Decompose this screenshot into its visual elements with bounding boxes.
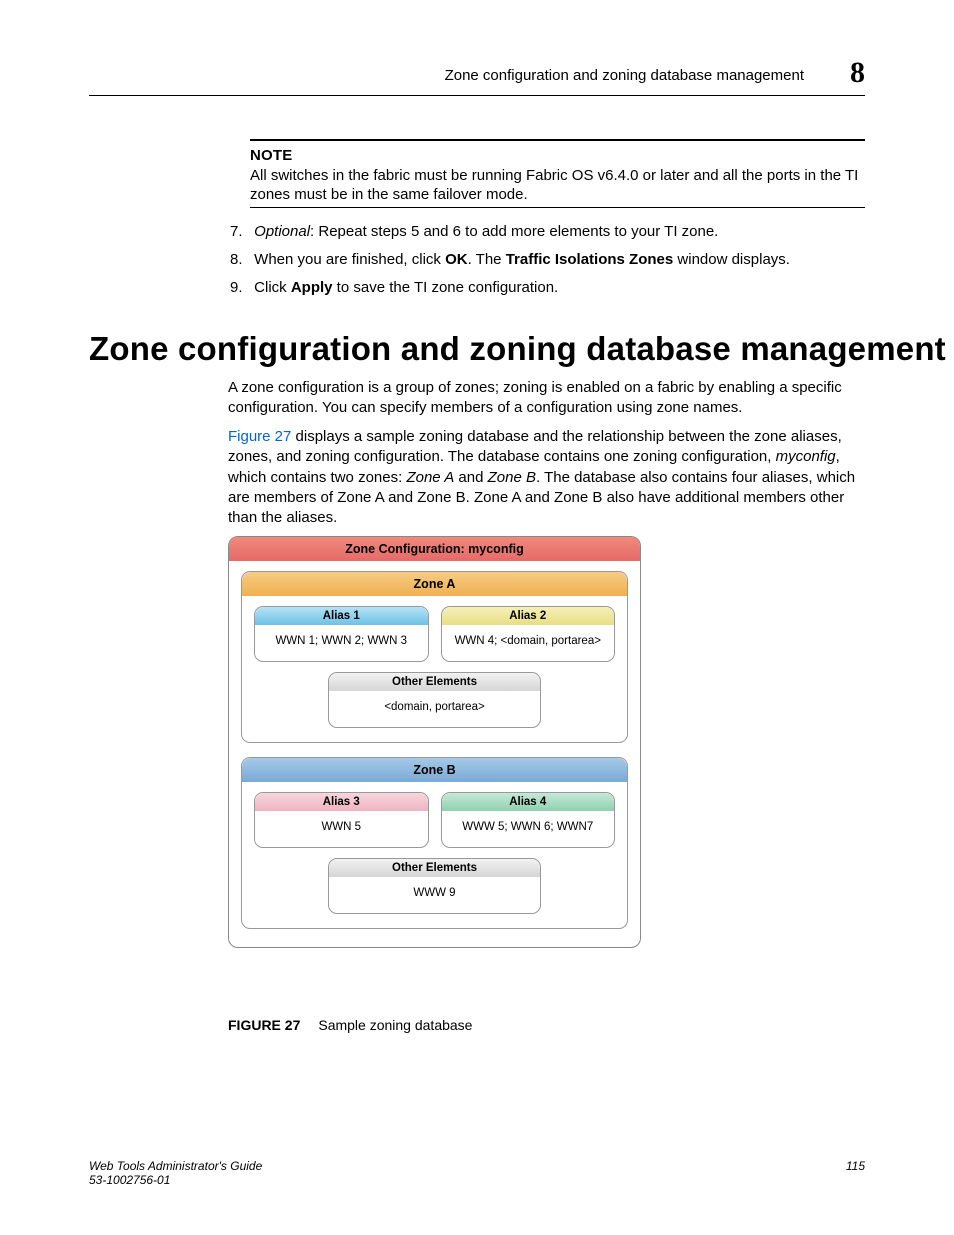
step-text: : Repeat steps 5 and 6 to add more eleme…	[310, 223, 718, 240]
paragraph: Figure 27 displays a sample zoning datab…	[228, 427, 865, 528]
zone-b-other-box: Other Elements WWW 9	[328, 858, 542, 914]
step-text: . The	[468, 251, 506, 268]
step-7: 7. Optional: Repeat steps 5 and 6 to add…	[230, 222, 865, 242]
zone-a-other-body: <domain, portarea>	[329, 691, 541, 727]
step-8: 8. When you are finished, click OK. The …	[230, 250, 865, 270]
footer-book-title: Web Tools Administrator's Guide	[89, 1159, 865, 1173]
zone-b-box: Zone B Alias 3 WWN 5 Alias 4 WWW 5; WWN …	[241, 757, 628, 929]
term-zone-a: Zone A	[406, 469, 454, 486]
zone-configuration-title: Zone Configuration: myconfig	[229, 537, 640, 561]
figure-label: FIGURE 27	[228, 1017, 300, 1033]
paragraph-text: and	[454, 469, 487, 486]
term-zone-b: Zone B	[488, 469, 536, 486]
zone-b-title: Zone B	[242, 758, 627, 782]
paragraph-text: displays a sample zoning database and th…	[228, 428, 842, 465]
step-number: 7.	[230, 222, 250, 242]
step-number: 9.	[230, 278, 250, 298]
page-number: 115	[846, 1159, 865, 1173]
note-rule-bottom	[250, 207, 865, 208]
note-rule-top	[250, 139, 865, 141]
figure-caption: FIGURE 27 Sample zoning database	[228, 1017, 472, 1033]
alias-3-title: Alias 3	[255, 793, 428, 811]
figure-diagram: Zone Configuration: myconfig Zone A Alia…	[228, 536, 641, 948]
step-text: to save the TI zone configuration.	[333, 279, 559, 296]
zone-b-other-title: Other Elements	[329, 859, 541, 877]
zone-a-box: Zone A Alias 1 WWN 1; WWN 2; WWN 3 Alias…	[241, 571, 628, 743]
ui-window-name: Traffic Isolations Zones	[506, 251, 674, 268]
step-9: 9. Click Apply to save the TI zone confi…	[230, 278, 865, 298]
alias-1-body: WWN 1; WWN 2; WWN 3	[255, 625, 428, 661]
header-rule	[89, 95, 865, 96]
step-text: Click	[254, 279, 291, 296]
note-block: NOTE All switches in the fabric must be …	[250, 146, 865, 205]
section-heading: Zone configuration and zoning database m…	[89, 330, 946, 368]
step-text: window displays.	[673, 251, 790, 268]
zone-configuration-box: Zone Configuration: myconfig Zone A Alia…	[228, 536, 641, 948]
alias-1-title: Alias 1	[255, 607, 428, 625]
alias-3-body: WWN 5	[255, 811, 428, 847]
alias-2-box: Alias 2 WWN 4; <domain, portarea>	[441, 606, 616, 662]
step-text: When you are finished, click	[254, 251, 445, 268]
zone-a-other-box: Other Elements <domain, portarea>	[328, 672, 542, 728]
chapter-number: 8	[850, 56, 865, 90]
alias-2-title: Alias 2	[442, 607, 615, 625]
alias-3-box: Alias 3 WWN 5	[254, 792, 429, 848]
zone-b-other-body: WWW 9	[329, 877, 541, 913]
note-text: All switches in the fabric must be runni…	[250, 166, 865, 205]
ui-apply: Apply	[291, 279, 333, 296]
ui-ok: OK	[445, 251, 468, 268]
paragraph: A zone configuration is a group of zones…	[228, 378, 865, 419]
zone-a-other-title: Other Elements	[329, 673, 541, 691]
running-head: Zone configuration and zoning database m…	[445, 67, 804, 84]
alias-2-body: WWN 4; <domain, portarea>	[442, 625, 615, 661]
page-footer: 115 Web Tools Administrator's Guide 53-1…	[89, 1159, 865, 1187]
step-number: 8.	[230, 250, 250, 270]
alias-4-box: Alias 4 WWW 5; WWN 6; WWN7	[441, 792, 616, 848]
figure-link[interactable]: Figure 27	[228, 428, 291, 445]
term-myconfig: myconfig	[776, 448, 836, 465]
alias-4-title: Alias 4	[442, 793, 615, 811]
note-label: NOTE	[250, 146, 865, 166]
zone-a-title: Zone A	[242, 572, 627, 596]
footer-doc-number: 53-1002756-01	[89, 1173, 865, 1187]
figure-caption-text: Sample zoning database	[318, 1017, 472, 1033]
alias-4-body: WWW 5; WWN 6; WWN7	[442, 811, 615, 847]
step-optional: Optional	[254, 223, 310, 240]
alias-1-box: Alias 1 WWN 1; WWN 2; WWN 3	[254, 606, 429, 662]
